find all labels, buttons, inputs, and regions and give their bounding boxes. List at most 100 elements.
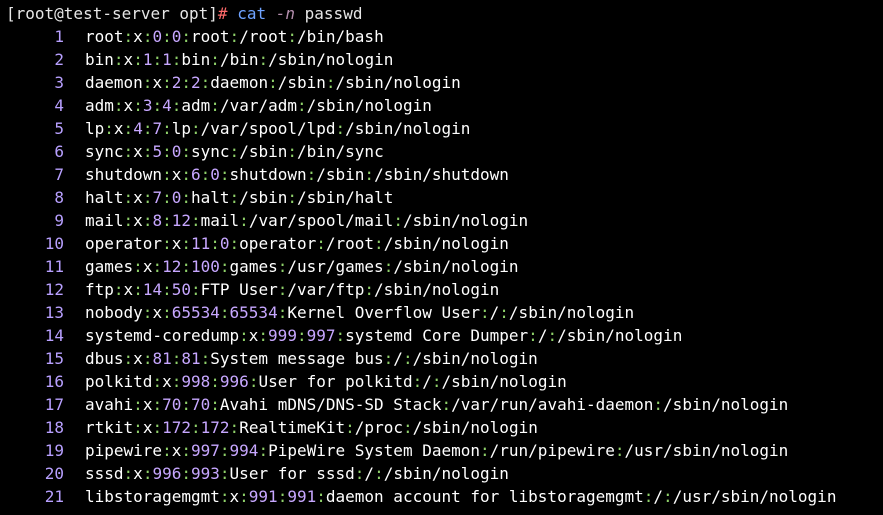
passwd-field-user: libstoragemgmt [85, 487, 220, 506]
passwd-field-uid: 998 [181, 372, 211, 391]
passwd-field-shell: /sbin/nologin [393, 257, 519, 276]
passwd-field-user: root [85, 27, 124, 46]
passwd-field-user: avahi [85, 395, 134, 414]
field-separator: : [316, 487, 326, 506]
passwd-field-home: / [653, 487, 664, 506]
passwd-field-gid: 997 [306, 326, 336, 345]
passwd-field-gid: 7 [152, 119, 163, 138]
passwd-field-gid: 0 [219, 234, 230, 253]
passwd-field-user: polkitd [85, 372, 153, 391]
prompt-symbol: # [217, 4, 228, 23]
field-separator: : [364, 165, 375, 184]
passwd-field-uid: 12 [162, 257, 182, 276]
passwd-field-gecos: adm [181, 96, 211, 115]
passwd-field-home: /var/spool/mail [248, 211, 394, 230]
passwd-field-x: x [142, 395, 153, 414]
terminal-window[interactable]: [root@test-server opt]# cat -n passwd 1r… [0, 0, 883, 515]
output-line: 3 daemon:x:2:2:daemon:/sbin:/sbin/nologin [6, 71, 460, 94]
passwd-field-gid: 70 [191, 395, 211, 414]
field-separator: : [229, 27, 240, 46]
passwd-field-gecos: PipeWire System Daemon [268, 441, 480, 460]
line-number: 8 [54, 188, 64, 207]
line-number: 10 [44, 234, 64, 253]
field-separator: : [113, 50, 124, 69]
passwd-field-x: x [123, 50, 134, 69]
passwd-field-gecos: daemon [210, 73, 269, 92]
passwd-field-home: /bin [219, 50, 259, 69]
field-separator: : [142, 73, 153, 92]
output-line: 14 systemd-coredump:x:999:997:systemd Cor… [6, 324, 683, 347]
field-separator: : [306, 165, 317, 184]
field-separator: : [152, 372, 163, 391]
field-separator: : [335, 326, 346, 345]
output-line: 2 bin:x:1:1:bin:/bin:/sbin/nologin [6, 48, 393, 71]
passwd-field-x: x [171, 165, 182, 184]
output-line: 11 games:x:12:100:games:/usr/games:/sbin/… [6, 255, 519, 278]
passwd-field-home: /var/run/avahi-daemon [451, 395, 654, 414]
field-separator: : [325, 73, 336, 92]
output-line: 5 lp:x:4:7:lp:/var/spool/lpd:/sbin/nologi… [6, 117, 470, 140]
field-separator: : [200, 73, 211, 92]
passwd-field-gecos: halt [191, 188, 230, 207]
passwd-field-shell: /sbin/nologin [412, 349, 538, 368]
shell-prompt: [root@test-server opt] [6, 4, 218, 23]
line-number: 1 [54, 27, 64, 46]
passwd-field-gecos: bin [181, 50, 211, 69]
line-number: 2 [54, 50, 64, 69]
passwd-field-home: / [489, 303, 500, 322]
passwd-field-home: /usr/games [287, 257, 384, 276]
field-separator: : [142, 188, 153, 207]
field-separator: : [345, 418, 355, 437]
passwd-field-x: x [142, 418, 153, 437]
field-separator: : [547, 326, 558, 345]
field-separator: : [393, 211, 403, 230]
field-separator: : [219, 441, 230, 460]
field-separator: : [210, 50, 220, 69]
passwd-field-uid: 81 [152, 349, 172, 368]
field-separator: : [210, 234, 220, 253]
field-separator: : [239, 211, 249, 230]
passwd-field-home: / [422, 372, 432, 391]
field-separator: : [219, 464, 230, 483]
command-name: cat [237, 4, 267, 23]
passwd-field-x: x [123, 96, 134, 115]
field-separator: : [248, 372, 259, 391]
passwd-field-shell: /bin/sync [297, 142, 384, 161]
field-separator: : [229, 188, 240, 207]
field-separator: : [133, 280, 143, 299]
passwd-field-shell: /sbin/nologin [306, 96, 432, 115]
field-separator: : [162, 211, 172, 230]
field-separator: : [181, 27, 192, 46]
field-separator: : [142, 27, 153, 46]
passwd-field-uid: 70 [162, 395, 182, 414]
field-separator: : [181, 441, 191, 460]
field-separator: : [335, 119, 346, 138]
passwd-field-gid: 4 [162, 96, 172, 115]
field-separator: : [643, 487, 654, 506]
passwd-field-gecos: System message bus [210, 349, 384, 368]
passwd-field-home: /root [325, 234, 375, 253]
passwd-field-home: /proc [354, 418, 403, 437]
field-separator: : [287, 142, 297, 161]
field-separator: : [402, 349, 413, 368]
passwd-field-user: dbus [85, 349, 124, 368]
field-separator: : [181, 73, 191, 92]
passwd-field-gid: 2 [191, 73, 201, 92]
passwd-field-user: games [85, 257, 134, 276]
passwd-field-gecos: mail [200, 211, 240, 230]
field-separator: : [191, 418, 201, 437]
field-separator: : [142, 464, 153, 483]
field-separator: : [297, 96, 307, 115]
passwd-field-home: / [393, 349, 403, 368]
passwd-field-x: x [171, 441, 182, 460]
field-separator: : [133, 257, 143, 276]
passwd-field-home: /sbin [239, 142, 288, 161]
field-separator: : [171, 372, 182, 391]
passwd-field-home: /root [239, 27, 288, 46]
field-separator: : [258, 441, 269, 460]
field-separator: : [171, 50, 182, 69]
field-separator: : [258, 326, 269, 345]
passwd-field-user: adm [85, 96, 114, 115]
passwd-field-uid: 0 [152, 27, 163, 46]
passwd-field-shell: /sbin/nologin [383, 464, 509, 483]
